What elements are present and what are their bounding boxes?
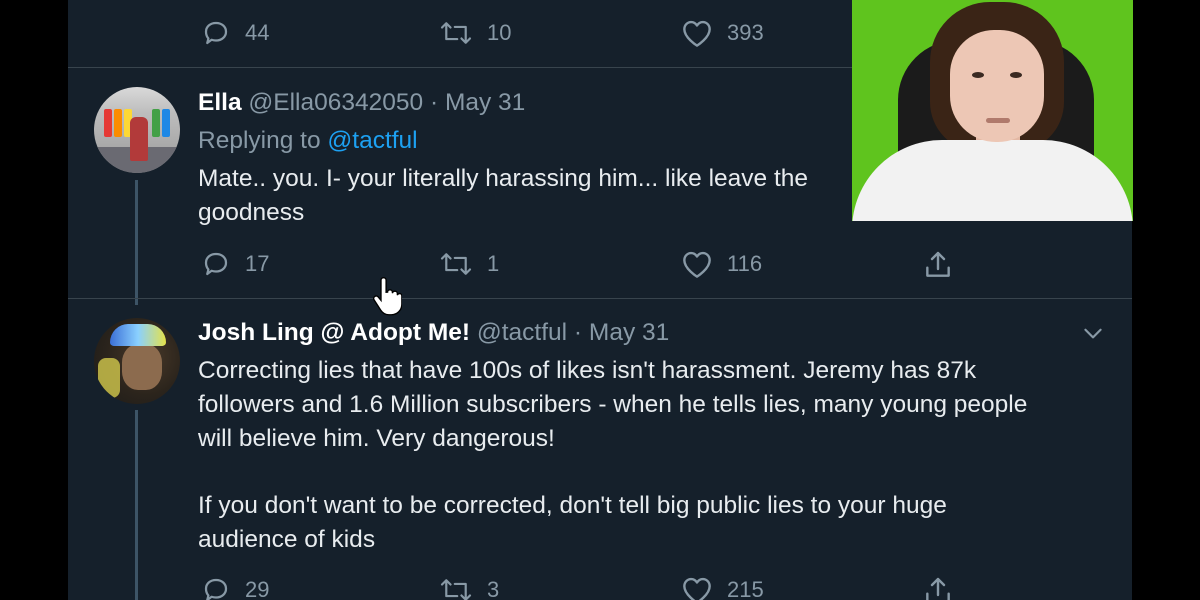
reply-icon (204, 578, 228, 600)
ella-tweet-header: Ella @Ella06342050 · May 31 (198, 86, 525, 120)
ella-avatar[interactable] (94, 87, 180, 173)
retweet-button[interactable]: 1 (439, 249, 499, 279)
josh-tweet-header: Josh Ling @ Adopt Me! @tactful · May 31 (198, 316, 669, 350)
reply-count: 17 (245, 251, 270, 276)
retweet-count: 1 (487, 251, 500, 276)
separator-dot: · (573, 319, 583, 346)
share-button[interactable] (922, 249, 954, 281)
tweet-body-line: If you don't want to be corrected, don't… (198, 492, 947, 519)
reply-button[interactable]: 29 (201, 575, 269, 600)
retweet-count: 10 (487, 20, 512, 45)
share-button[interactable] (922, 575, 954, 600)
left-eye (972, 72, 984, 78)
retweet-count: 3 (487, 577, 500, 600)
like-count: 215 (727, 577, 764, 600)
right-eye (1010, 72, 1022, 78)
reply-count: 29 (245, 577, 270, 600)
streamer-face (950, 30, 1044, 142)
reply-count: 44 (245, 20, 270, 45)
like-button[interactable]: 215 (681, 575, 764, 600)
tweet-body-line: Mate.. you. I- your literally harassing … (198, 165, 809, 192)
separator-dot: · (429, 89, 439, 116)
josh-avatar[interactable] (94, 318, 180, 404)
replying-to-line: Replying to @tactful (198, 124, 418, 158)
retweet-button[interactable]: 3 (439, 575, 499, 600)
like-count: 393 (727, 20, 764, 45)
user-handle[interactable]: @tactful (477, 319, 567, 346)
reply-button[interactable]: 17 (201, 249, 269, 279)
display-name[interactable]: Josh Ling @ Adopt Me! (198, 319, 470, 346)
tweet-date[interactable]: May 31 (589, 319, 669, 346)
tweet-body-line: goodness (198, 199, 305, 226)
like-count: 116 (727, 251, 763, 276)
webcam-overlay (852, 0, 1133, 221)
hand-cursor-icon (373, 277, 402, 316)
tweet-body-line: will believe him. Very dangerous! (198, 425, 555, 452)
like-icon (683, 251, 711, 278)
reply-button[interactable]: 44 (201, 18, 269, 48)
tweet-date[interactable]: May 31 (445, 89, 525, 116)
mouth (986, 118, 1010, 123)
tweet-body-line: audience of kids (198, 526, 376, 553)
retweet-icon (440, 253, 472, 275)
display-name[interactable]: Ella (198, 89, 242, 116)
thread-line (135, 180, 138, 305)
replying-to-label: Replying to (198, 127, 321, 154)
share-icon (926, 251, 950, 277)
thread-line (135, 410, 138, 600)
user-handle[interactable]: @Ella06342050 (248, 89, 423, 116)
like-button[interactable]: 393 (681, 18, 764, 48)
retweet-button[interactable]: 10 (439, 18, 511, 48)
chevron-down-icon[interactable] (1080, 320, 1106, 346)
reply-icon (204, 21, 228, 45)
retweet-icon (440, 579, 472, 600)
tweet-divider (68, 298, 1132, 299)
like-icon (683, 577, 711, 600)
like-icon (683, 20, 711, 47)
share-icon (926, 577, 950, 600)
reply-icon (204, 252, 228, 276)
replying-to-handle[interactable]: @tactful (327, 127, 417, 154)
retweet-icon (440, 22, 472, 44)
tweet-body-line: followers and 1.6 Million subscribers - … (198, 391, 1028, 418)
tweet-body-line: Correcting lies that have 100s of likes … (198, 357, 977, 384)
like-button[interactable]: 116 (681, 249, 762, 279)
